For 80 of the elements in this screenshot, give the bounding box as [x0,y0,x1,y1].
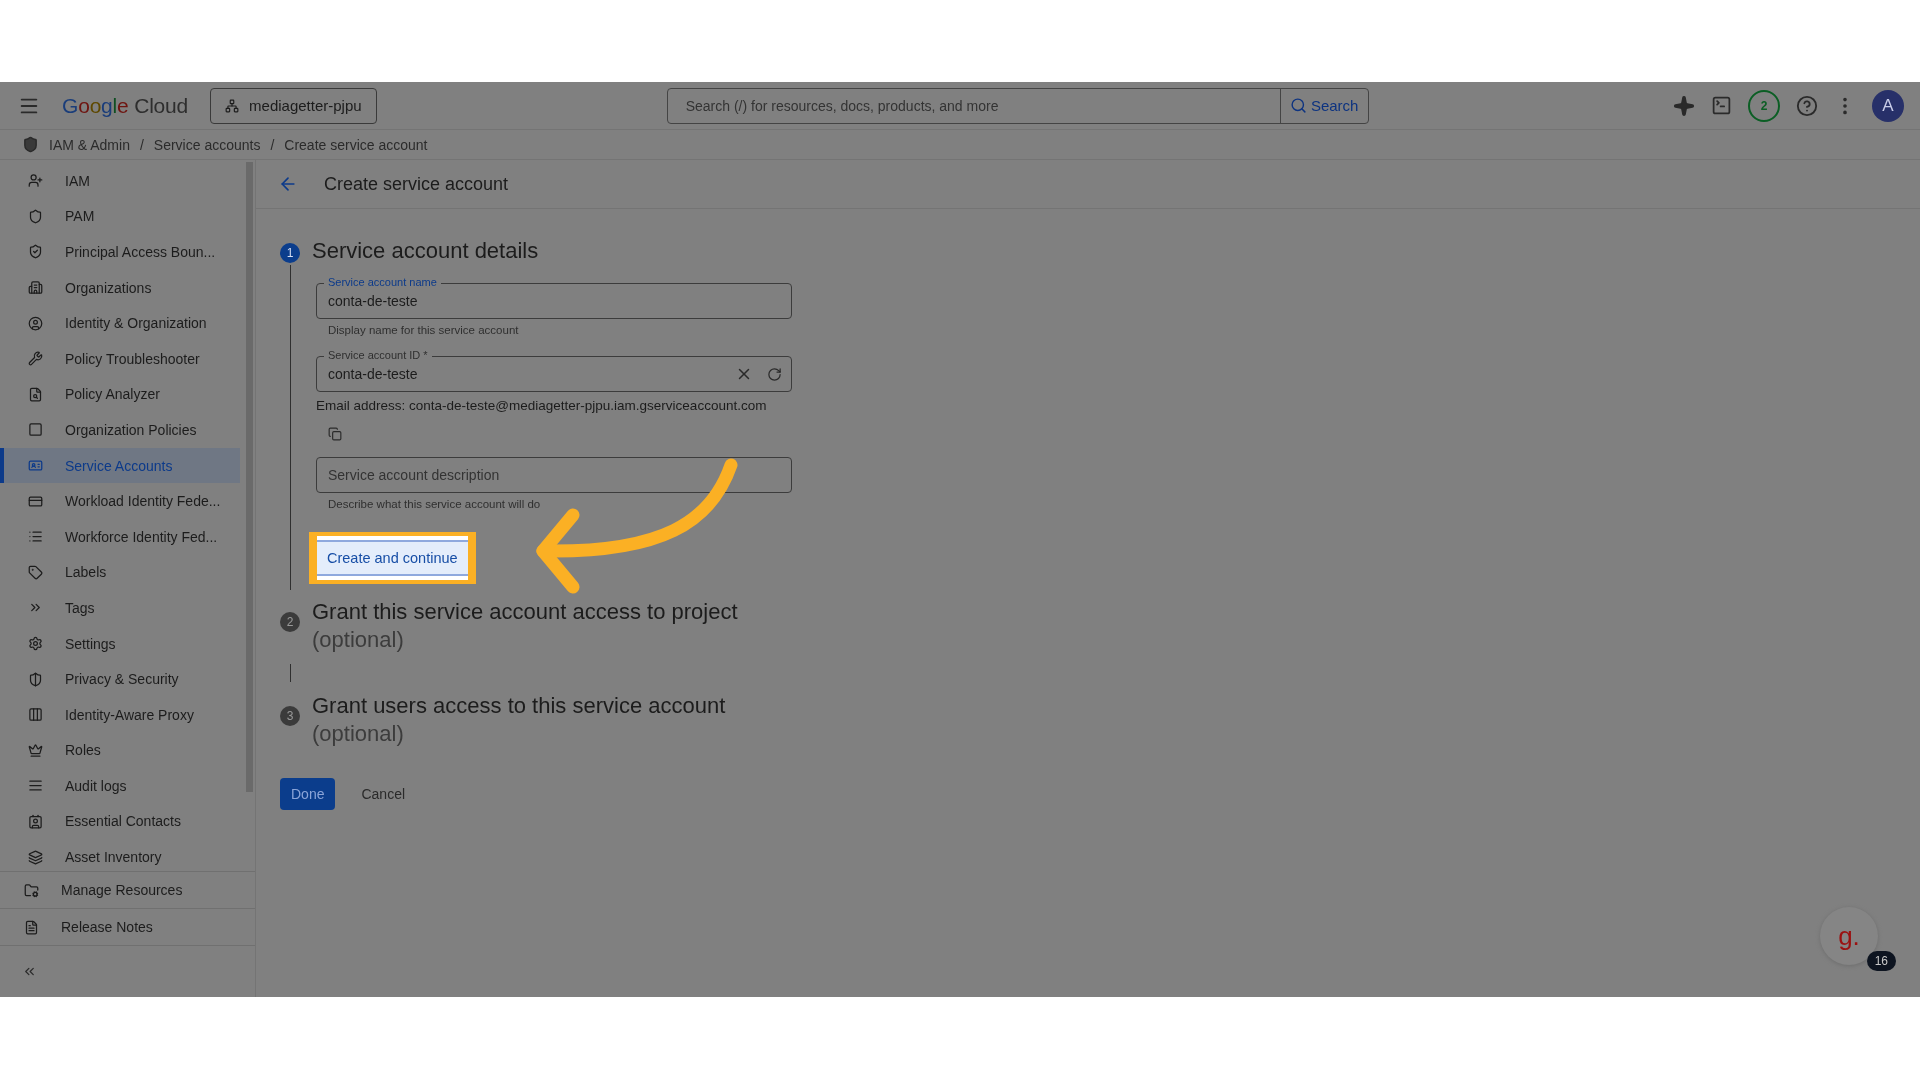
refresh-icon[interactable] [767,366,782,382]
field-label: Service account name [324,276,441,289]
id-card-icon [28,458,43,474]
layers-icon [28,849,43,865]
step-number: 2 [280,612,300,632]
cancel-button[interactable]: Cancel [351,778,416,810]
sidebar-item[interactable]: Asset Inventory [0,839,240,871]
sidebar-item[interactable]: Privacy & Security [0,661,240,697]
user-circle-icon [28,315,43,331]
sidebar-item[interactable]: Principal Access Boun... [0,234,240,270]
logo[interactable]: Google Cloud [62,93,189,118]
step-title: Service account details [312,237,539,265]
columns-icon [28,707,43,723]
assistant-logo: g. [1838,920,1860,952]
shield-icon [28,208,43,224]
sidebar-item[interactable]: Policy Troubleshooter [0,340,240,377]
wrench-icon [28,351,43,367]
description-field[interactable]: Service account description [316,457,792,493]
sidebar-item[interactable]: Workload Identity Fede... [0,483,240,519]
sidebar-item[interactable]: Policy Analyzer [0,376,240,413]
settings-icon [28,636,43,651]
step-number: 3 [280,706,300,726]
document-search-icon [28,386,43,402]
breadcrumb-link[interactable]: Service accounts [153,136,261,153]
building-icon [28,280,43,296]
project-picker[interactable]: mediagetter-pjpu [210,87,377,124]
breadcrumb-separator: / [139,136,144,153]
document-icon [24,919,39,935]
contact-icon [28,814,43,829]
search-bar[interactable]: Search (/) for resources, docs, products, and more Search [666,87,1369,124]
field-hint: Describe what this service account will do [327,497,542,510]
email-address: Email address: conta-de-teste@mediagetter-pjpu.iam.gserviceaccount.com [316,397,768,413]
page-title: Create service account [324,173,509,195]
breadcrumb-link[interactable]: Create service account [284,136,428,153]
help-icon[interactable] [1796,94,1818,117]
copy-icon[interactable] [328,427,342,441]
sidebar-item[interactable]: PAM [0,198,240,235]
sidebar-item[interactable]: Identity-Aware Proxy [0,696,240,733]
search-field[interactable]: Search (/) for resources, docs, products, and more [667,88,1280,123]
user-add-icon [28,173,43,189]
shield-icon [28,244,43,260]
terminal-icon[interactable] [1711,95,1732,116]
folder-settings-icon [24,882,39,898]
sidebar-item[interactable]: Release Notes [0,908,255,945]
sidebar-item[interactable]: Service Accounts [0,447,240,484]
sidebar-item[interactable]: Essential Contacts [0,803,240,840]
field-hint: Display name for this service account [327,323,520,336]
step-title: Grant this service account access to project [312,598,738,626]
tag-icon [28,564,43,580]
search-icon [1289,97,1307,114]
square-icon [28,422,43,438]
sidebar-item[interactable]: Tags [0,590,240,626]
sidebar-item[interactable]: Identity & Organization [0,305,240,341]
sparkle-icon[interactable] [1673,94,1695,117]
lines-icon [28,778,43,794]
sidebar-item[interactable]: Manage Resources [0,871,255,908]
search-button[interactable]: Search [1279,88,1368,123]
step-subtitle: (optional) [312,626,405,654]
done-button[interactable]: Done [280,778,336,810]
sidebar-item[interactable]: IAM [0,163,240,199]
sidebar-item[interactable]: Labels [0,554,240,591]
breadcrumb-separator: / [270,136,275,153]
shield-icon [28,671,43,687]
list-icon [28,529,43,545]
sidebar-item[interactable]: Audit logs [0,768,240,804]
sidebar-item[interactable]: Organization Policies [0,412,240,448]
sidebar-item[interactable]: Roles [0,732,240,769]
step-number: 1 [280,243,300,263]
avatar[interactable]: A [1872,89,1904,122]
field-label: Service account ID * [324,349,432,362]
step-subtitle: (optional) [312,720,405,748]
count-badge: 16 [1866,951,1896,971]
card-icon [28,493,43,509]
shield-icon [22,136,39,153]
sidebar-item[interactable]: Organizations [0,269,240,306]
nodes-icon [225,98,240,113]
step-title: Grant users access to this service account [312,692,726,720]
sidebar-item[interactable]: Workforce Identity Fed... [0,518,240,555]
sidebar-item[interactable]: Settings [0,625,240,662]
breadcrumb-link[interactable]: IAM & Admin [49,136,130,153]
